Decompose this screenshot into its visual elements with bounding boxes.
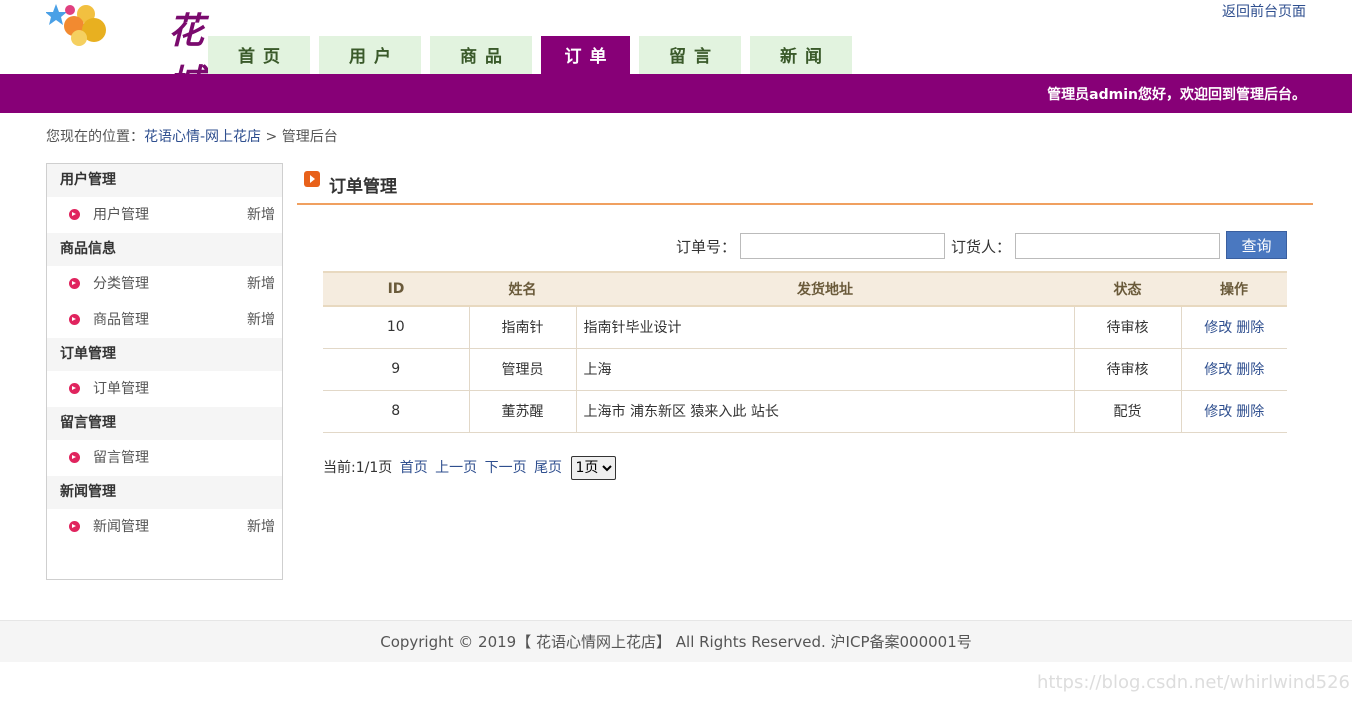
sidebar-item-label[interactable]: 商品管理 [93,312,149,328]
cell-status: 配货 [1073,390,1181,433]
tab-messages[interactable]: 留言 [639,36,741,74]
sidebar-item-label[interactable]: 新闻管理 [93,519,149,535]
table-row: 9 管理员 上海 待审核 修改 删除 [323,348,1287,391]
bullet-arrow-icon [69,383,80,394]
delete-link[interactable]: 删除 [1236,362,1264,378]
table-row: 8 董苏醒 上海市 浦东新区 猿来入此 站长 配货 修改 删除 [323,390,1287,433]
sidebar-add-user-link[interactable]: 新增 [247,197,275,233]
breadcrumb-current: 管理后台 [281,129,338,145]
tab-home[interactable]: 首页 [208,36,310,74]
breadcrumb-site-link[interactable]: 花语心情-网上花店 [144,129,261,145]
delete-link[interactable]: 删除 [1236,320,1264,336]
welcome-text: 管理员admin您好，欢迎回到管理后台。 [1047,87,1306,103]
search-button[interactable]: 查询 [1226,231,1287,259]
tab-news[interactable]: 新闻 [750,36,852,74]
cell-status: 待审核 [1073,348,1181,391]
table-row: 10 指南针 指南针毕业设计 待审核 修改 删除 [323,306,1287,349]
column-header-name: 姓名 [469,271,576,307]
cell-status: 待审核 [1073,306,1181,349]
bullet-arrow-icon [69,278,80,289]
sidebar-group-title: 留言管理 [47,407,282,440]
bullet-arrow-icon [69,314,80,325]
title-arrow-icon [304,171,320,187]
page-title: 订单管理 [329,177,397,197]
sidebar-item-news-management[interactable]: 新闻管理 新增 [47,509,282,545]
buyer-label: 订货人： [951,238,1012,256]
cell-id: 8 [323,390,469,433]
sidebar-add-category-link[interactable]: 新增 [247,266,275,302]
first-page-link[interactable]: 首页 [400,460,428,476]
bullet-arrow-icon [69,209,80,220]
footer: Copyright © 2019【 花语心情网上花店】 All Rights R… [0,620,1352,662]
tab-products[interactable]: 商品 [430,36,532,74]
cell-address: 上海 [575,348,1074,391]
sidebar-item-message-management[interactable]: 留言管理 [47,440,282,476]
sidebar-add-product-link[interactable]: 新增 [247,302,275,338]
orders-table: ID 姓名 发货地址 状态 操作 10 指南针 指南针毕业设计 待审核 修改 删除… [323,271,1287,433]
column-header-actions: 操作 [1181,271,1287,307]
sidebar: 用户管理 用户管理 新增 商品信息 分类管理 新增 商品管理 新增 订单管理 订… [46,163,283,580]
next-page-link[interactable]: 下一页 [485,460,527,476]
prev-page-link[interactable]: 上一页 [435,460,477,476]
sidebar-item-product-management[interactable]: 商品管理 新增 [47,302,282,338]
column-header-address: 发货地址 [576,271,1074,307]
buyer-input[interactable] [1015,233,1220,259]
edit-link[interactable]: 修改 [1204,362,1232,378]
sidebar-item-label[interactable]: 分类管理 [93,276,149,292]
search-bar: 订单号： 订货人： 查询 [0,231,1352,259]
logo: 花城 [46,0,206,104]
edit-link[interactable]: 修改 [1204,320,1232,336]
order-no-label: 订单号： [676,238,737,256]
cell-id: 10 [323,306,469,349]
sidebar-item-label[interactable]: 留言管理 [93,450,149,466]
cell-actions: 修改 删除 [1180,390,1287,433]
back-to-frontend-link[interactable]: 返回前台页面 [1222,1,1306,21]
breadcrumb-separator: > [265,129,278,145]
bullet-arrow-icon [69,452,80,463]
sidebar-group-title: 新闻管理 [47,476,282,509]
sidebar-item-label[interactable]: 用户管理 [93,207,149,223]
sidebar-item-user-management[interactable]: 用户管理 新增 [47,197,282,233]
sidebar-group-title: 用户管理 [47,164,282,197]
pagination: 当前:1/1页 首页 上一页 下一页 尾页 1页 [323,456,616,480]
cell-actions: 修改 删除 [1180,306,1287,349]
header: 花城 返回前台页面 首页 用户 商品 订单 留言 新闻 [0,0,1352,104]
table-header-row: ID 姓名 发货地址 状态 操作 [323,271,1287,307]
column-header-id: ID [323,271,469,307]
sidebar-item-category-management[interactable]: 分类管理 新增 [47,266,282,302]
breadcrumb: 您现在的位置：花语心情-网上花店 > 管理后台 [46,126,338,146]
welcome-bar: 管理员admin您好，欢迎回到管理后台。 [0,74,1352,113]
cell-actions: 修改 删除 [1180,348,1287,391]
cell-name: 管理员 [468,348,576,391]
tab-orders[interactable]: 订单 [541,36,630,74]
cell-id: 9 [323,348,469,391]
bullet-arrow-icon [69,521,80,532]
sidebar-add-news-link[interactable]: 新增 [247,509,275,545]
tab-users[interactable]: 用户 [319,36,421,74]
copyright-text: Copyright © 2019【 花语心情网上花店】 All Rights R… [380,633,972,651]
last-page-link[interactable]: 尾页 [534,460,562,476]
logo-flower-icon [46,4,106,46]
sidebar-item-order-management[interactable]: 订单管理 [47,371,282,407]
column-header-status: 状态 [1074,271,1181,307]
cell-address: 指南针毕业设计 [575,306,1074,349]
breadcrumb-prefix: 您现在的位置： [46,129,144,145]
edit-link[interactable]: 修改 [1204,404,1232,420]
sidebar-group-title: 订单管理 [47,338,282,371]
sidebar-item-label[interactable]: 订单管理 [93,381,149,397]
delete-link[interactable]: 删除 [1236,404,1264,420]
watermark: https://blog.csdn.net/whirlwind526 [1037,672,1350,693]
main-title-bar: 订单管理 [297,165,1313,205]
cell-address: 上海市 浦东新区 猿来入此 站长 [575,390,1074,433]
cell-name: 董苏醒 [468,390,576,433]
page-select[interactable]: 1页 [570,456,616,480]
cell-name: 指南针 [468,306,576,349]
page-indicator: 当前:1/1页 [323,460,393,476]
order-no-input[interactable] [740,233,945,259]
